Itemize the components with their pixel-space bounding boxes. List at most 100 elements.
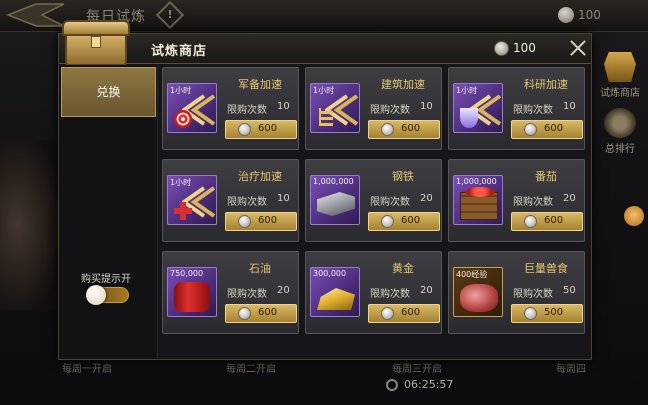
item-price: 600 [544,123,564,134]
item-quantity: 1小时 [313,86,335,95]
clock-icon [386,379,398,391]
item-quantity: 1小时 [170,178,192,187]
pet-cat-icon[interactable] [624,206,644,226]
gold-icon [317,288,355,310]
item-thumbnail: 300,000 [310,267,360,317]
target-icon [174,110,192,128]
purchase-limit-count: 10 [277,193,290,204]
purchase-limit-count: 20 [277,285,290,296]
item-price: 600 [401,307,421,318]
cross-icon [174,202,192,220]
purchase-limit-label: 限购次数 [370,105,410,116]
buy-button[interactable]: 600 [368,304,440,323]
coin-icon [524,307,537,320]
purchase-limit-count: 10 [420,101,433,112]
item-quantity: 400经验 [456,270,488,279]
buy-button[interactable]: 600 [225,120,297,139]
purchase-limit-count: 20 [420,193,433,204]
item-price: 600 [544,215,564,226]
purchase-limit-label: 限购次数 [370,197,410,208]
trial-shop-menu[interactable]: 试炼商店 [596,52,644,99]
shop-item-card[interactable]: 1,000,000 钢铁 限购次数 20 600 [305,159,442,242]
purchase-limit-count: 20 [563,193,576,204]
coin-icon [381,307,394,320]
item-price: 600 [258,307,278,318]
item-name: 治疗加速 [238,170,282,183]
purchase-limit-label: 限购次数 [513,289,553,300]
shop-item-card[interactable]: 1小时 建筑加速 限购次数 10 600 [305,67,442,150]
purchase-limit-label: 限购次数 [513,105,553,116]
item-name: 军备加速 [238,78,282,91]
coin-count: 100 [578,8,601,22]
item-price: 600 [401,123,421,134]
coin-icon [238,307,251,320]
meat-icon [460,284,498,312]
shop-item-card[interactable]: 1小时 军备加速 限购次数 10 600 [162,67,299,150]
coin-icon [524,215,537,228]
item-thumbnail: 750,000 [167,267,217,317]
tab-column: 兑换 购买提示开 [59,65,158,359]
item-thumbnail: 1小时 [167,175,217,225]
item-thumbnail: 1,000,000 [453,175,503,225]
item-price: 600 [258,123,278,134]
buy-button[interactable]: 600 [368,212,440,231]
coin-icon [494,41,509,56]
purchase-limit-label: 限购次数 [227,197,267,208]
item-quantity: 1小时 [456,86,478,95]
item-name: 巨量兽食 [524,262,568,275]
laurel-ranking-icon [604,108,636,138]
buy-button[interactable]: 500 [511,304,583,323]
countdown-timer: 06:25:57 [404,378,454,391]
purchase-limit-count: 20 [420,285,433,296]
item-quantity: 1,000,000 [456,177,497,186]
item-name: 石油 [249,262,271,275]
treasure-chest-icon [59,14,137,70]
ranking-menu[interactable]: 总排行 [596,108,644,155]
schedule-label: 每周四 [556,364,586,375]
item-thumbnail: 1小时 [310,83,360,133]
shop-item-card[interactable]: 1小时 科研加速 限购次数 10 600 [448,67,585,150]
item-price: 600 [258,215,278,226]
purchase-reminder-toggle[interactable] [86,285,129,305]
purchase-limit-label: 限购次数 [227,289,267,300]
item-quantity: 1,000,000 [313,177,354,186]
coin-balance: 100 [513,41,536,55]
shop-item-card[interactable]: 1,000,000 番茄限购次数 20 600 [448,159,585,242]
dialog-title: 试炼商店 [151,44,208,59]
monster-artwork [0,140,58,310]
dialog-header: 试炼商店 100 [59,34,591,64]
buy-button[interactable]: 600 [225,212,297,231]
shop-item-card[interactable]: 750,000 石油限购次数 20 600 [162,251,299,334]
trial-shop-dialog: 试炼商店 100 兑换 购买提示开 1小时 军备加速 限购次数 10 600 1小时 建筑加… [58,20,592,360]
coin-icon [381,123,394,136]
purchase-limit-label: 限购次数 [513,197,553,208]
shop-item-card[interactable]: 300,000 黄金 限购次数 20 600 [305,251,442,334]
item-quantity: 1小时 [170,86,192,95]
back-arrow-icon[interactable] [6,2,66,28]
item-name: 番茄 [535,170,557,183]
coin-icon [524,123,537,136]
item-grid: 1小时 军备加速 限购次数 10 600 1小时 建筑加速 限购次数 10 600 1小时 科研加速限… [160,65,590,359]
toggle-knob [86,285,106,305]
buy-button[interactable]: 600 [511,212,583,231]
shop-item-card[interactable]: 1小时 治疗加速限购次数 10 600 [162,159,299,242]
coin-icon [238,215,251,228]
buy-button[interactable]: 600 [368,120,440,139]
build-icon [319,108,333,126]
close-button[interactable] [567,37,589,59]
help-icon[interactable]: ! [155,0,185,30]
flask-icon [460,108,478,128]
purchase-limit-label: 限购次数 [227,105,267,116]
coin-icon [558,7,574,23]
coin-icon [381,215,394,228]
tab-exchange[interactable]: 兑换 [61,67,156,117]
item-thumbnail: 1小时 [453,83,503,133]
shop-item-card[interactable]: 400经验 巨量兽食限购次数 50 500 [448,251,585,334]
purchase-limit-count: 50 [563,285,576,296]
buy-button[interactable]: 600 [225,304,297,323]
item-thumbnail: 1小时 [167,83,217,133]
buy-button[interactable]: 600 [511,120,583,139]
steel-icon [317,192,355,216]
item-name: 黄金 [392,262,414,275]
item-price: 600 [401,215,421,226]
